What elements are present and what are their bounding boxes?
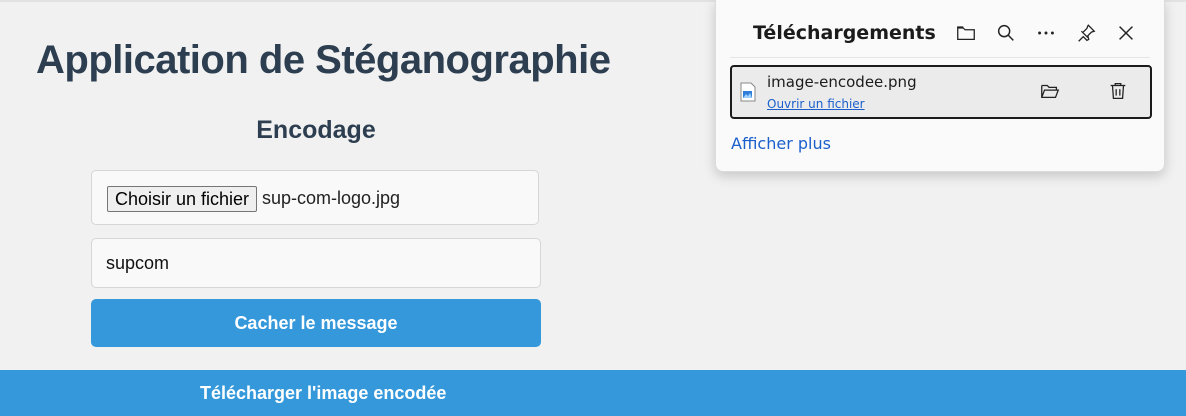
close-icon[interactable]: [1114, 21, 1138, 45]
file-input-container: Choisir un fichier sup-com-logo.jpg: [91, 170, 539, 225]
trash-icon[interactable]: [1106, 79, 1130, 103]
download-file-name: image-encodee.png: [767, 73, 917, 91]
pin-icon[interactable]: [1074, 21, 1098, 45]
open-file-link[interactable]: Ouvrir un fichier: [767, 97, 865, 111]
page-title: Application de Stéganographie: [36, 38, 611, 82]
panel-divider: [730, 57, 1150, 58]
hide-message-button[interactable]: Cacher le message: [91, 299, 541, 347]
search-icon[interactable]: [994, 21, 1018, 45]
download-item[interactable]: image-encodee.png Ouvrir un fichier: [730, 65, 1152, 119]
message-input[interactable]: [91, 238, 541, 288]
downloads-panel: Téléchargements image-encodee.png Ouvrir…: [715, 0, 1165, 172]
more-options-icon[interactable]: [1034, 21, 1058, 45]
download-bar: Télécharger l'image encodée: [0, 370, 1186, 416]
open-folder-icon[interactable]: [1038, 79, 1062, 103]
folder-icon[interactable]: [954, 21, 978, 45]
downloads-panel-title: Téléchargements: [753, 22, 936, 44]
choose-file-button[interactable]: Choisir un fichier: [107, 186, 258, 212]
selected-file-name: sup-com-logo.jpg: [262, 188, 401, 208]
download-encoded-image-link[interactable]: Télécharger l'image encodée: [200, 383, 446, 404]
image-file-icon: [740, 82, 756, 102]
section-title: Encodage: [256, 116, 376, 144]
show-more-link[interactable]: Afficher plus: [731, 134, 831, 153]
